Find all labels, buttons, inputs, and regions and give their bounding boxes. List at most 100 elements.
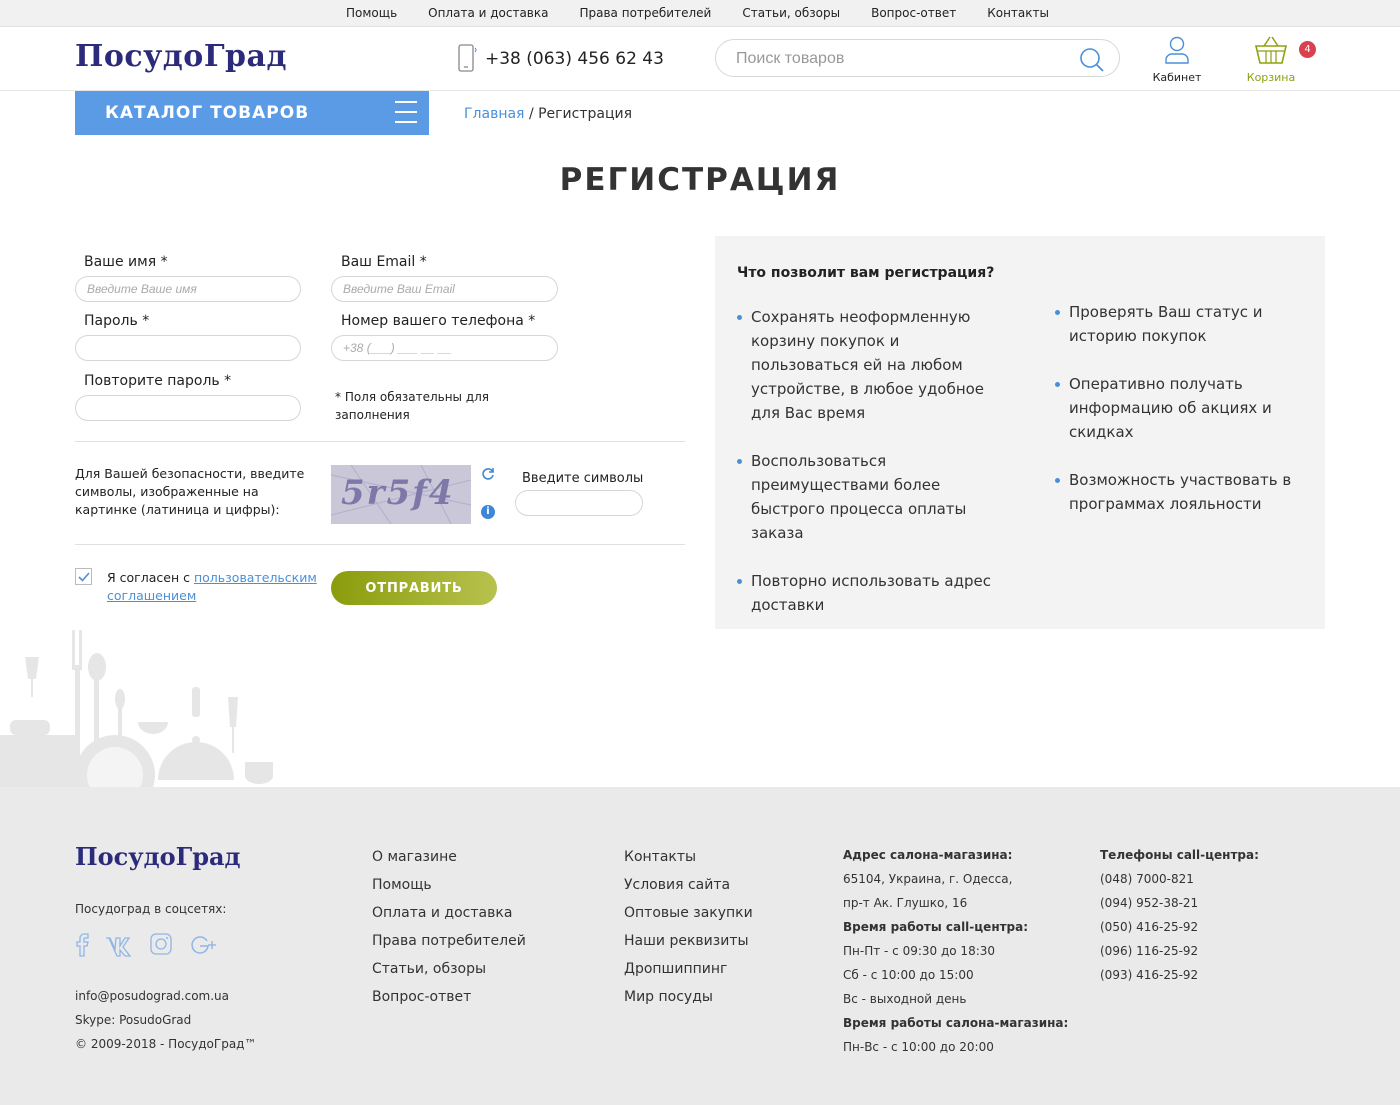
footer-phone[interactable]: (096) 116-25-92: [1100, 939, 1259, 963]
breadcrumb: Главная / Регистрация: [464, 106, 632, 122]
footer-skype: Skype: PosudoGrad: [75, 1013, 192, 1027]
agree-checkbox[interactable]: [75, 568, 92, 585]
phone-label: Номер вашего телефона *: [341, 313, 536, 329]
page-title: РЕГИСТРАЦИЯ: [559, 162, 841, 198]
top-link-articles[interactable]: Статьи, обзоры: [742, 6, 840, 20]
benefits-title: Что позволит вам регистрация?: [737, 265, 995, 281]
top-bar: Помощь Оплата и доставка Права потребите…: [0, 0, 1400, 27]
benefit-item: Проверять Ваш статус и историю покупок: [1055, 300, 1295, 348]
mobile-phone-icon: [458, 44, 477, 72]
salon-hours-title: Время работы салона-магазина:: [843, 1016, 1069, 1030]
footer-link[interactable]: Оптовые закупки: [624, 899, 753, 927]
agree-label: Я согласен с: [107, 570, 190, 585]
email-field[interactable]: [331, 276, 558, 302]
name-label: Ваше имя *: [84, 254, 168, 270]
site-footer: ПосудоГрад Посудоград в соцсетях: info@p…: [0, 787, 1400, 1105]
top-link-help[interactable]: Помощь: [346, 6, 397, 20]
footer-menu-info: Контакты Условия сайта Оптовые закупки Н…: [624, 843, 753, 1011]
footer-logo[interactable]: ПосудоГрад: [75, 842, 241, 871]
address-title: Адрес салона-магазина:: [843, 848, 1013, 862]
captcha-input-label: Введите символы: [522, 471, 644, 486]
footer-link[interactable]: Права потребителей: [372, 927, 526, 955]
top-nav: Помощь Оплата и доставка Права потребите…: [346, 6, 1080, 20]
breadcrumb-current: Регистрация: [538, 106, 632, 122]
phone-field[interactable]: [331, 335, 558, 361]
top-link-contacts[interactable]: Контакты: [987, 6, 1049, 20]
footer-link[interactable]: Контакты: [624, 843, 753, 871]
address-line: 65104, Украина, г. Одесса,: [843, 872, 1013, 886]
footer-link[interactable]: Мир посуды: [624, 983, 753, 1011]
cart-link[interactable]: Корзина 4: [1240, 35, 1316, 84]
footer-copyright: © 2009-2018 - ПосудоГрад™: [75, 1037, 257, 1051]
burger-menu-icon: [395, 101, 417, 125]
cart-label: Корзина: [1246, 71, 1296, 84]
password-field[interactable]: [75, 335, 301, 361]
phones-title: Телефоны call-центра:: [1100, 848, 1259, 862]
footer-link[interactable]: Помощь: [372, 871, 526, 899]
footer-phone[interactable]: (094) 952-38-21: [1100, 891, 1259, 915]
hours-line: Сб - с 10:00 до 15:00: [843, 968, 974, 982]
password-label: Пароль *: [84, 313, 150, 329]
benefit-item: Повторно использовать адрес доставки: [737, 569, 1007, 617]
benefit-item: Оперативно получать информацию об акциях…: [1055, 372, 1295, 444]
captcha-instructions: Для Вашей безопасности, введите символы,…: [75, 466, 305, 517]
repeat-password-label: Повторите пароль *: [84, 373, 232, 389]
info-icon[interactable]: i: [481, 505, 495, 519]
footer-phone[interactable]: (050) 416-25-92: [1100, 915, 1259, 939]
required-fields-note: * Поля обязательны для заполнения: [335, 390, 490, 422]
captcha-input[interactable]: [515, 490, 643, 516]
hours-line: Вс - выходной день: [843, 992, 967, 1006]
footer-address: Адрес салона-магазина: 65104, Украина, г…: [843, 843, 1068, 1059]
benefit-item: Воспользоваться преимуществами более быс…: [737, 449, 1007, 545]
submit-button[interactable]: ОТПРАВИТЬ: [331, 571, 497, 605]
footer-email[interactable]: info@posudograd.com.ua: [75, 989, 229, 1003]
social-title: Посудоград в соцсетях:: [75, 902, 227, 916]
top-link-delivery[interactable]: Оплата и доставка: [428, 6, 548, 20]
cabinet-link[interactable]: Кабинет: [1148, 35, 1206, 84]
refresh-captcha-icon[interactable]: [481, 467, 495, 481]
search-input[interactable]: [736, 48, 1076, 70]
instagram-icon[interactable]: [148, 930, 176, 958]
basket-icon: [1254, 36, 1288, 64]
hours-line: Пн-Пт - с 09:30 до 18:30: [843, 944, 996, 958]
footer-phone[interactable]: (093) 416-25-92: [1100, 963, 1259, 987]
hours-line: Пн-Вс - с 10:00 до 20:00: [843, 1040, 994, 1054]
catalog-button[interactable]: КАТАЛОГ ТОВАРОВ: [75, 91, 429, 135]
name-field[interactable]: [75, 276, 301, 302]
vk-icon[interactable]: [104, 930, 136, 958]
footer-link[interactable]: Дропшиппинг: [624, 955, 753, 983]
address-line: пр-т Ак. Глушко, 16: [843, 896, 968, 910]
catalog-label: КАТАЛОГ ТОВАРОВ: [105, 103, 310, 123]
top-link-consumer-rights[interactable]: Права потребителей: [579, 6, 711, 20]
google-plus-icon[interactable]: [188, 930, 220, 958]
divider: [75, 441, 685, 442]
header-phone[interactable]: +38 (063) 456 62 43: [485, 49, 664, 69]
cabinet-label: Кабинет: [1152, 71, 1202, 84]
footer-link[interactable]: Оплата и доставка: [372, 899, 526, 927]
footer-link[interactable]: Вопрос-ответ: [372, 983, 526, 1011]
tableware-decoration: [0, 630, 273, 787]
site-logo[interactable]: ПосудоГрад: [75, 39, 287, 74]
search-icon[interactable]: [1079, 47, 1105, 73]
divider: [75, 544, 685, 545]
footer-link[interactable]: Условия сайта: [624, 871, 753, 899]
footer-link[interactable]: Статьи, обзоры: [372, 955, 526, 983]
benefits-panel: Что позволит вам регистрация? Сохранять …: [715, 236, 1325, 629]
benefits-right-list: Проверять Ваш статус и историю покупок О…: [1055, 300, 1295, 540]
benefit-item: Возможность участвовать в программах лоя…: [1055, 468, 1295, 516]
footer-link[interactable]: Наши реквизиты: [624, 927, 753, 955]
user-icon: [1165, 36, 1189, 64]
footer-phones: Телефоны call-центра: (048) 7000-821 (09…: [1100, 843, 1259, 987]
footer-phone[interactable]: (048) 7000-821: [1100, 867, 1259, 891]
captcha-image: 5r5f4: [331, 465, 471, 524]
agree-text: Я согласен с пользовательским соглашение…: [107, 569, 322, 605]
facebook-icon[interactable]: [70, 930, 98, 958]
checkmark-icon: [78, 572, 90, 582]
repeat-password-field[interactable]: [75, 395, 301, 421]
footer-link[interactable]: О магазине: [372, 843, 526, 871]
callcenter-hours-title: Время работы call-центра:: [843, 920, 1029, 934]
top-link-faq[interactable]: Вопрос-ответ: [871, 6, 956, 20]
email-label: Ваш Email *: [341, 254, 427, 270]
breadcrumb-home[interactable]: Главная: [464, 106, 524, 122]
breadcrumb-separator: /: [528, 106, 534, 122]
